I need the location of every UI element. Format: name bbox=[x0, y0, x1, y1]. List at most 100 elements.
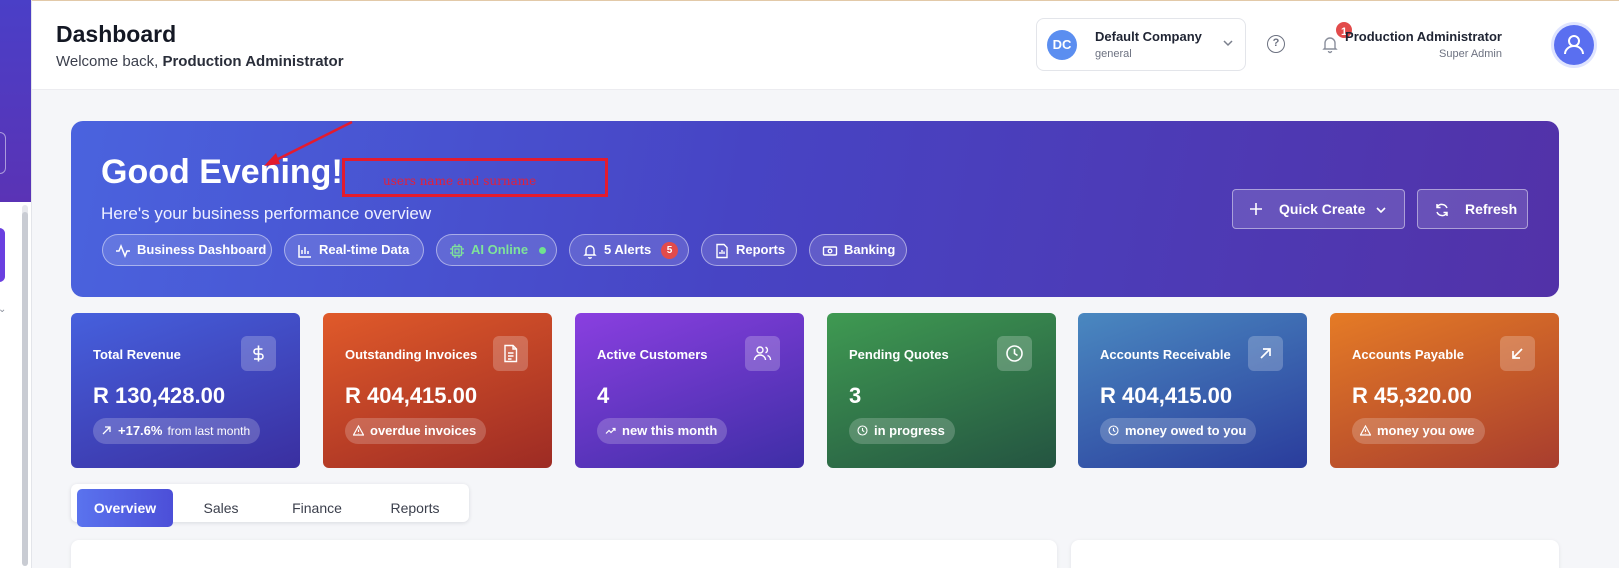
company-switcher[interactable]: DC Default Company general bbox=[1036, 18, 1246, 71]
card-value: 3 bbox=[849, 383, 862, 408]
card-label: Outstanding Invoices bbox=[345, 347, 478, 362]
quick-create-label: Quick Create bbox=[1279, 201, 1366, 217]
dollar-icon bbox=[253, 345, 264, 362]
greeting-subtitle: Here's your business performance overvie… bbox=[101, 204, 432, 223]
refresh-label: Refresh bbox=[1465, 201, 1518, 217]
card-label: Pending Quotes bbox=[849, 347, 949, 362]
top-header: Dashboard Welcome back, Production Admin… bbox=[32, 0, 1619, 90]
chip-ai-online[interactable]: AI Online bbox=[436, 234, 557, 266]
file-text-icon bbox=[504, 344, 518, 363]
chevron-down-icon bbox=[1223, 40, 1233, 47]
stat-card-total-revenue[interactable]: Total Revenue R 130,428.00 +17.6% from la… bbox=[71, 313, 300, 468]
alerts-count-badge: 5 bbox=[661, 242, 678, 259]
card-value: R 404,415.00 bbox=[1100, 383, 1233, 408]
card-trend-value: +17.6% bbox=[118, 423, 163, 438]
card-label: Active Customers bbox=[597, 347, 708, 362]
card-value: R 404,415.00 bbox=[345, 383, 478, 408]
chip-label: AI Online bbox=[471, 242, 529, 257]
arrow-down-left-icon bbox=[1512, 348, 1523, 359]
card-icon-wrap bbox=[997, 336, 1032, 371]
overview-panel-left bbox=[71, 540, 1057, 568]
file-chart-icon bbox=[716, 243, 728, 259]
refresh-button[interactable]: Refresh bbox=[1417, 189, 1528, 229]
welcome-user-name: Production Administrator bbox=[162, 53, 344, 70]
user-role: Super Admin bbox=[1439, 48, 1502, 60]
trending-up-icon bbox=[605, 427, 616, 434]
card-status-text: in progress bbox=[874, 423, 945, 438]
sidebar-scrollbar-thumb[interactable] bbox=[22, 212, 28, 566]
page-title: Dashboard bbox=[56, 21, 177, 47]
card-status-pill: new this month bbox=[597, 418, 728, 444]
welcome-prefix: Welcome back, bbox=[56, 53, 159, 70]
card-trend-pill: +17.6% from last month bbox=[93, 418, 261, 444]
stat-card-outstanding-invoices[interactable]: Outstanding Invoices R 404,415.00 overdu… bbox=[323, 313, 552, 468]
sidebar-collapse-button[interactable] bbox=[0, 132, 6, 174]
stat-card-pending-quotes[interactable]: Pending Quotes 3 in progress bbox=[827, 313, 1056, 468]
card-icon-wrap bbox=[493, 336, 528, 371]
tab-overview[interactable]: Overview bbox=[77, 489, 173, 527]
chip-label: Business Dashboard bbox=[137, 242, 267, 257]
arrow-up-right-icon bbox=[1260, 348, 1271, 359]
chip-reports[interactable]: Reports bbox=[701, 234, 797, 266]
alert-triangle-icon bbox=[353, 425, 364, 436]
card-status-text: money owed to you bbox=[1125, 423, 1247, 438]
card-label: Total Revenue bbox=[93, 347, 181, 362]
chip-label: Real-time Data bbox=[319, 242, 410, 257]
cpu-icon bbox=[450, 244, 464, 258]
chip-banking[interactable]: Banking bbox=[809, 234, 907, 266]
alert-triangle-icon bbox=[1360, 425, 1371, 436]
chip-label: 5 Alerts bbox=[604, 242, 652, 257]
users-icon bbox=[753, 346, 772, 361]
quick-create-button[interactable]: Quick Create bbox=[1232, 189, 1405, 229]
user-name: Production Administrator bbox=[1345, 29, 1502, 44]
chevron-down-icon[interactable]: ⌄ bbox=[0, 304, 6, 315]
stat-card-accounts-payable[interactable]: Accounts Payable R 45,320.00 money you o… bbox=[1330, 313, 1559, 468]
company-avatar: DC bbox=[1047, 30, 1077, 60]
user-avatar[interactable] bbox=[1554, 25, 1594, 65]
chip-alerts[interactable]: 5 Alerts 5 bbox=[569, 234, 689, 266]
sidebar: ⌄ bbox=[0, 0, 32, 568]
tab-sales[interactable]: Sales bbox=[183, 489, 259, 527]
plus-icon bbox=[1250, 203, 1262, 215]
user-icon bbox=[1564, 35, 1584, 55]
arrow-up-right-icon bbox=[102, 426, 111, 435]
stat-card-accounts-receivable[interactable]: Accounts Receivable R 404,415.00 money o… bbox=[1078, 313, 1307, 468]
card-trend-note: from last month bbox=[167, 424, 251, 438]
card-status-text: money you owe bbox=[1377, 423, 1475, 438]
hero-banner: Good Evening! Here's your business perfo… bbox=[71, 121, 1559, 297]
greeting-title: Good Evening! bbox=[101, 153, 343, 191]
welcome-message: Welcome back, Production Administrator bbox=[56, 53, 344, 70]
tab-reports[interactable]: Reports bbox=[375, 489, 455, 527]
card-icon-wrap bbox=[1248, 336, 1283, 371]
card-status-pill: money owed to you bbox=[1100, 418, 1257, 444]
online-status-dot bbox=[539, 247, 546, 254]
chip-real-time-data[interactable]: Real-time Data bbox=[284, 234, 424, 266]
chip-label: Reports bbox=[736, 242, 786, 257]
chip-label: Banking bbox=[844, 242, 896, 257]
card-icon-wrap bbox=[1500, 336, 1535, 371]
help-icon[interactable]: ? bbox=[1267, 35, 1285, 53]
banknote-icon bbox=[822, 246, 838, 256]
chip-business-dashboard[interactable]: Business Dashboard bbox=[102, 234, 272, 266]
sidebar-item-active[interactable] bbox=[0, 228, 5, 282]
card-icon-wrap bbox=[241, 336, 276, 371]
tab-finance[interactable]: Finance bbox=[277, 489, 357, 527]
card-value: R 130,428.00 bbox=[93, 383, 226, 408]
card-status-pill: in progress bbox=[849, 418, 955, 444]
activity-icon bbox=[116, 243, 130, 259]
company-subtitle: general bbox=[1095, 48, 1132, 60]
company-name: Default Company bbox=[1095, 29, 1202, 44]
dashboard-tabs: Overview Sales Finance Reports bbox=[71, 484, 469, 527]
card-status-text: new this month bbox=[622, 423, 718, 438]
card-status-pill: money you owe bbox=[1352, 418, 1485, 444]
clock-icon bbox=[1006, 345, 1023, 362]
overview-panel-right bbox=[1071, 540, 1559, 568]
bar-chart-icon bbox=[298, 245, 311, 258]
chevron-down-icon bbox=[1376, 207, 1386, 214]
card-status-pill: overdue invoices bbox=[345, 418, 487, 444]
card-value: R 45,320.00 bbox=[1352, 383, 1472, 408]
stat-card-active-customers[interactable]: Active Customers 4 new this month bbox=[575, 313, 804, 468]
refresh-icon bbox=[1436, 203, 1448, 217]
card-label: Accounts Receivable bbox=[1100, 347, 1231, 362]
bell-icon bbox=[583, 245, 597, 259]
